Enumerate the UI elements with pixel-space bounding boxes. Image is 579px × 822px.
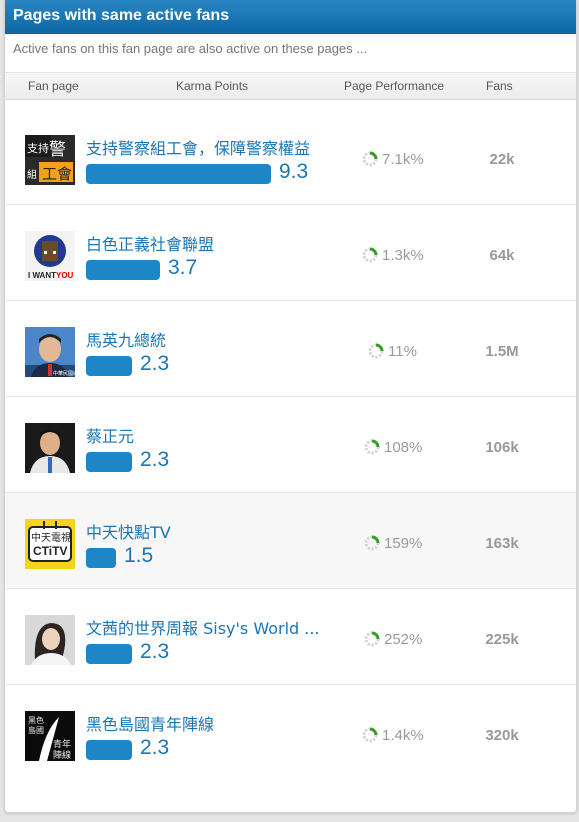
panel-title: Pages with same active fans	[5, 0, 576, 34]
karma-bar	[86, 452, 132, 472]
karma-value: 1.5	[124, 544, 154, 567]
performance-ring-icon	[362, 727, 378, 743]
white-justice-icon[interactable]: I WANT YOU	[25, 231, 75, 281]
page-performance: 159%	[363, 534, 422, 552]
performance-ring-icon	[362, 151, 378, 167]
page-performance: 108%	[363, 438, 422, 456]
karma-value: 2.3	[140, 448, 170, 471]
fans-count: 1.5M	[485, 343, 519, 360]
column-fans[interactable]: Fans	[486, 79, 513, 93]
table-row: 支持警組工會 支持警察組工會，保障警察權益 9.3 7.1k% 22k	[5, 109, 576, 205]
police-union-icon[interactable]: 支持警組工會	[25, 135, 75, 185]
table-row: I WANT YOU 白色正義社會聯盟 3.7 1.3k% 64k	[5, 205, 576, 301]
table-header: Fan page Karma Points Page Performance F…	[5, 72, 576, 100]
page-performance: 1.4k%	[361, 726, 424, 744]
svg-text:黑色: 黑色	[28, 715, 44, 725]
fan-page-link[interactable]: 支持警察組工會，保障警察權益	[86, 135, 310, 159]
fans-count: 163k	[485, 535, 519, 552]
svg-text:警: 警	[49, 140, 66, 160]
performance-value: 7.1k%	[382, 150, 424, 168]
karma-value: 9.3	[279, 160, 309, 183]
page-performance: 11%	[367, 342, 417, 360]
fans-count: 22k	[489, 151, 515, 168]
svg-text:I WANT: I WANT	[28, 271, 56, 280]
fan-page-link[interactable]: 馬英九總統	[86, 327, 166, 351]
page-performance: 252%	[363, 630, 422, 648]
svg-text:島國: 島國	[28, 725, 44, 735]
panel-subtitle: Active fans on this fan page are also ac…	[13, 41, 368, 56]
karma-bar	[86, 644, 132, 664]
fans-count: 106k	[485, 439, 519, 456]
performance-value: 1.3k%	[382, 246, 424, 264]
svg-text:青年: 青年	[53, 738, 71, 750]
performance-ring-icon	[364, 631, 380, 647]
fans-count: 320k	[485, 727, 519, 744]
fan-page-link[interactable]: 蔡正元	[86, 423, 134, 447]
performance-ring-icon	[362, 247, 378, 263]
fan-page-link[interactable]: 白色正義社會聯盟	[86, 231, 214, 255]
performance-value: 159%	[384, 534, 423, 552]
ctitv-logo[interactable]: 中天電視 CTiTV	[25, 519, 75, 569]
svg-text:中華民國總統: 中華民國總統	[53, 370, 75, 377]
fan-page-list: 支持警組工會 支持警察組工會，保障警察權益 9.3 7.1k% 22k I WANT YOU…	[5, 100, 576, 781]
performance-ring-icon	[368, 343, 384, 359]
karma-bar	[86, 260, 160, 280]
column-karma-points[interactable]: Karma Points	[176, 79, 248, 93]
svg-text:組: 組	[27, 168, 37, 181]
performance-value: 108%	[384, 438, 423, 456]
performance-value: 11%	[388, 342, 417, 360]
performance-value: 1.4k%	[382, 726, 424, 744]
page-performance: 1.3k%	[361, 246, 424, 264]
page-performance: 7.1k%	[361, 150, 424, 168]
performance-value: 252%	[384, 630, 423, 648]
svg-text:YOU: YOU	[56, 271, 74, 280]
svg-text:CTiTV: CTiTV	[33, 544, 67, 558]
fan-page-link[interactable]: 中天快點TV	[86, 519, 171, 543]
president-photo[interactable]: 中華民國總統	[25, 327, 75, 377]
black-island-icon[interactable]: 黑色 島國 青年 陣線	[25, 711, 75, 761]
column-fan-page[interactable]: Fan page	[28, 79, 79, 93]
karma-value: 2.3	[140, 352, 170, 375]
fan-page-link[interactable]: 文茜的世界周報 Sisy's World ...	[86, 615, 320, 639]
politician-photo[interactable]	[25, 423, 75, 473]
table-row: 中天電視 CTiTV 中天快點TV 1.5 159% 163k	[5, 493, 576, 589]
karma-bar	[86, 164, 271, 184]
performance-ring-icon	[364, 439, 380, 455]
fan-page-link[interactable]: 黑色島國青年陣線	[86, 711, 214, 735]
performance-ring-icon	[364, 535, 380, 551]
karma-bar	[86, 548, 116, 568]
column-page-performance[interactable]: Page Performance	[344, 79, 444, 93]
woman-photo[interactable]	[25, 615, 75, 665]
svg-text:工會: 工會	[42, 165, 72, 183]
fans-count: 225k	[485, 631, 519, 648]
avatar-text: 支持	[27, 141, 49, 155]
table-row: 黑色 島國 青年 陣線 黑色島國青年陣線 2.3 1.4k% 320k	[5, 685, 576, 781]
karma-bar	[86, 740, 132, 760]
table-row: 文茜的世界周報 Sisy's World ... 2.3 252% 225k	[5, 589, 576, 685]
karma-value: 3.7	[168, 256, 198, 279]
fans-count: 64k	[489, 247, 515, 264]
svg-text:陣線: 陣線	[53, 749, 71, 761]
active-fans-panel: Pages with same active fans Active fans …	[4, 0, 577, 813]
karma-value: 2.3	[140, 736, 170, 759]
karma-value: 2.3	[140, 640, 170, 663]
table-row: 蔡正元 2.3 108% 106k	[5, 397, 576, 493]
svg-text:中天電視: 中天電視	[31, 531, 71, 544]
table-row: 中華民國總統 馬英九總統2.3 11% 1.5M	[5, 301, 576, 397]
karma-bar	[86, 356, 132, 376]
